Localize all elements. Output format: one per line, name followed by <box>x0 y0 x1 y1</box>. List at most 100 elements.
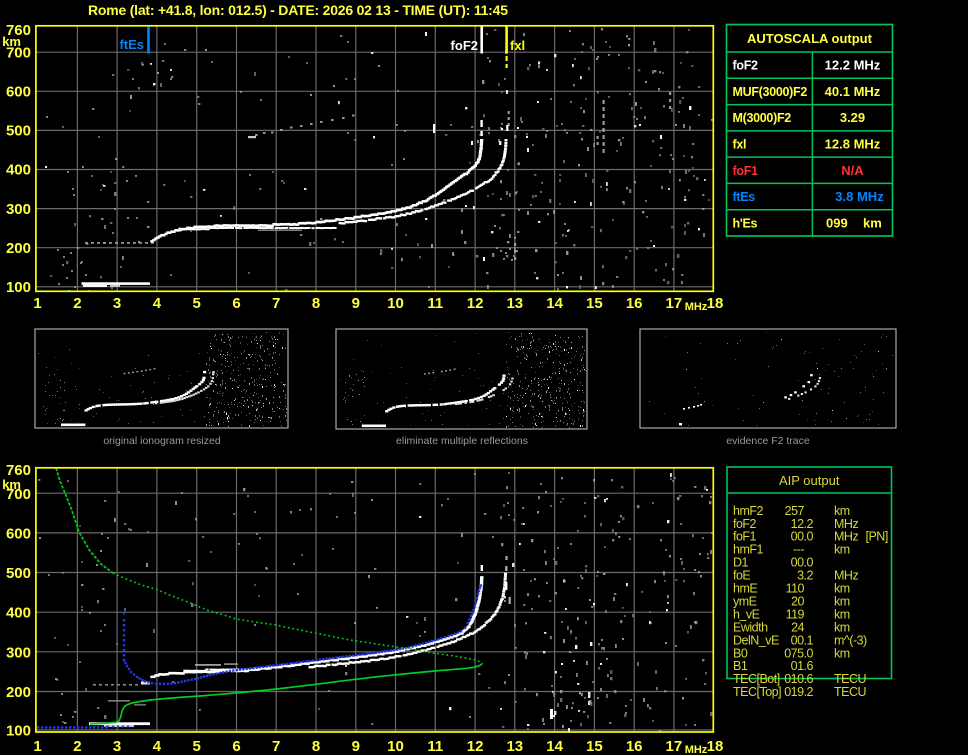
svg-text:3.8 MHz: 3.8 MHz <box>835 189 884 204</box>
svg-text:18: 18 <box>707 295 724 312</box>
svg-text:MHz: MHz <box>685 301 708 313</box>
svg-text:foE: foE <box>733 569 750 583</box>
svg-text:14: 14 <box>546 738 563 755</box>
svg-text:km: km <box>834 646 850 660</box>
svg-text:400: 400 <box>6 605 31 622</box>
svg-text:km: km <box>834 595 850 609</box>
svg-text:km: km <box>834 543 850 557</box>
svg-text:fxl: fxl <box>510 38 525 53</box>
svg-text:[PN]: [PN] <box>866 530 888 544</box>
svg-text:110: 110 <box>786 582 805 596</box>
svg-text:3: 3 <box>113 738 121 755</box>
svg-text:Ewidth: Ewidth <box>733 620 768 634</box>
svg-text:15: 15 <box>586 295 603 312</box>
svg-text:00.1: 00.1 <box>791 633 814 647</box>
svg-text:17: 17 <box>666 738 683 755</box>
svg-text:ftEs: ftEs <box>119 37 144 52</box>
svg-text:10: 10 <box>387 738 404 755</box>
svg-text:2: 2 <box>73 295 81 312</box>
svg-text:M(3000)F2: M(3000)F2 <box>733 111 792 125</box>
svg-text:6: 6 <box>232 295 240 312</box>
svg-text:MHz: MHz <box>685 744 708 755</box>
svg-text:00.0: 00.0 <box>791 530 814 544</box>
svg-text:3.29: 3.29 <box>840 110 865 125</box>
svg-text:km: km <box>863 215 882 230</box>
svg-text:24: 24 <box>791 620 804 634</box>
svg-text:12: 12 <box>467 295 484 312</box>
svg-text:TECU: TECU <box>834 672 867 686</box>
svg-text:500: 500 <box>6 123 31 140</box>
svg-text:200: 200 <box>6 240 31 257</box>
svg-text:5: 5 <box>193 738 201 755</box>
svg-text:14: 14 <box>546 295 563 312</box>
svg-text:N/A: N/A <box>841 163 864 178</box>
svg-text:4: 4 <box>153 295 162 312</box>
svg-text:20: 20 <box>791 595 804 609</box>
svg-text:12.2 MHz: 12.2 MHz <box>825 58 881 73</box>
svg-text:hmF2: hmF2 <box>733 504 764 518</box>
svg-text:ftEs: ftEs <box>733 190 756 204</box>
svg-text:2: 2 <box>73 738 81 755</box>
svg-text:11: 11 <box>427 738 443 755</box>
svg-text:12.2: 12.2 <box>791 517 814 531</box>
svg-text:TEC[Top]: TEC[Top] <box>733 685 781 699</box>
svg-text:eliminate multiple reflections: eliminate multiple reflections <box>396 435 528 447</box>
svg-text:119: 119 <box>786 607 805 621</box>
svg-text:019.2: 019.2 <box>784 685 813 699</box>
svg-text:257: 257 <box>785 504 805 518</box>
svg-text:099: 099 <box>826 215 848 230</box>
svg-text:h_vE: h_vE <box>733 607 760 621</box>
svg-text:010.6: 010.6 <box>784 672 813 686</box>
svg-text:400: 400 <box>6 162 31 179</box>
svg-text:km: km <box>834 607 850 621</box>
svg-text:100: 100 <box>6 723 31 740</box>
svg-text:200: 200 <box>6 684 31 701</box>
svg-text:hmE: hmE <box>733 582 757 596</box>
svg-text:Rome (lat: +41.8, lon: 012.5): Rome (lat: +41.8, lon: 012.5) - DATE: 20… <box>88 2 508 18</box>
svg-text:8: 8 <box>312 738 320 755</box>
svg-text:---: --- <box>793 543 804 557</box>
svg-text:8: 8 <box>312 295 320 312</box>
svg-text:km: km <box>834 504 850 518</box>
svg-text:km: km <box>2 477 21 492</box>
svg-text:evidence F2 trace: evidence F2 trace <box>726 435 810 447</box>
svg-text:13: 13 <box>506 295 523 312</box>
svg-text:11: 11 <box>427 295 443 312</box>
svg-text:foF2: foF2 <box>733 517 757 531</box>
svg-text:600: 600 <box>6 84 31 101</box>
svg-text:18: 18 <box>707 738 724 755</box>
svg-text:10: 10 <box>387 295 404 312</box>
svg-text:600: 600 <box>6 526 31 543</box>
svg-text:MHz: MHz <box>834 517 858 531</box>
svg-text:km: km <box>834 620 850 634</box>
svg-text:TEC[Bot]: TEC[Bot] <box>733 672 780 686</box>
svg-text:300: 300 <box>6 201 31 218</box>
svg-text:16: 16 <box>626 295 643 312</box>
svg-text:fxl: fxl <box>733 138 747 152</box>
svg-text:AUTOSCALA output: AUTOSCALA output <box>747 31 873 46</box>
svg-text:13: 13 <box>506 738 523 755</box>
svg-text:km: km <box>2 34 21 49</box>
svg-text:17: 17 <box>666 295 683 312</box>
svg-text:original ionogram resized: original ionogram resized <box>103 435 220 447</box>
svg-text:km: km <box>834 582 850 596</box>
svg-text:6: 6 <box>232 738 240 755</box>
svg-text:300: 300 <box>6 645 31 662</box>
svg-text:5: 5 <box>193 295 201 312</box>
svg-text:foF2: foF2 <box>733 59 759 73</box>
svg-text:D1: D1 <box>733 556 749 570</box>
svg-text:3.2: 3.2 <box>797 569 813 583</box>
svg-text:DelN_vE: DelN_vE <box>733 633 779 647</box>
svg-text:12: 12 <box>467 738 484 755</box>
svg-text:MHz: MHz <box>834 569 858 583</box>
svg-text:075.0: 075.0 <box>784 646 813 660</box>
svg-text:MUF(3000)F2: MUF(3000)F2 <box>733 85 808 99</box>
svg-text:m^(-3): m^(-3) <box>834 633 867 647</box>
svg-text:MHz: MHz <box>834 530 858 544</box>
svg-text:3: 3 <box>113 295 121 312</box>
svg-text:40.1 MHz: 40.1 MHz <box>825 84 881 99</box>
svg-text:100: 100 <box>6 279 31 296</box>
svg-text:500: 500 <box>6 565 31 582</box>
svg-text:B1: B1 <box>733 659 748 673</box>
svg-text:1: 1 <box>33 295 41 312</box>
